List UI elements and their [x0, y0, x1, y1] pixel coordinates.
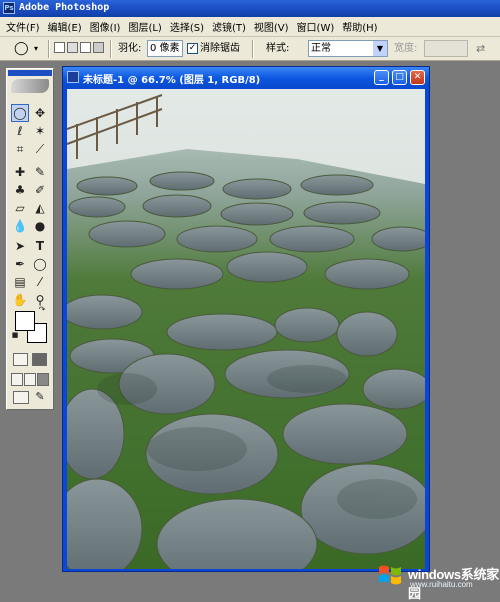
- windows-logo-icon: [379, 565, 401, 585]
- photoshop-logo-icon: Ps: [3, 2, 15, 14]
- document-title: 未标题-1 @ 66.7% (图层 1, RGB/8): [83, 75, 261, 86]
- edit-in-imageready-icon[interactable]: ✎: [33, 389, 47, 405]
- elliptical-marquee-tool-icon[interactable]: ◯: [11, 104, 29, 122]
- menu-view[interactable]: 视图(V): [252, 19, 295, 34]
- feather-label: 羽化:: [118, 43, 142, 54]
- separator: [252, 40, 254, 58]
- feather-input[interactable]: 0 像素: [147, 40, 183, 57]
- move-tool-icon[interactable]: ✥: [31, 104, 49, 122]
- app-titlebar: Ps Adobe Photoshop: [0, 0, 500, 17]
- full-screen-menu-mode-icon[interactable]: [24, 373, 36, 386]
- style-select[interactable]: 正常 ▼: [308, 40, 388, 57]
- width-label: 宽度:: [394, 43, 418, 54]
- lasso-tool-icon[interactable]: ℓ: [11, 122, 29, 140]
- separator: [110, 40, 112, 58]
- minimize-button[interactable]: _: [374, 70, 389, 85]
- image-canvas[interactable]: [67, 89, 425, 569]
- eyedropper-tool-icon[interactable]: ⁄: [31, 273, 49, 291]
- clone-stamp-tool-icon[interactable]: ♣: [11, 181, 29, 199]
- marquee-preset-icon[interactable]: ◯: [14, 41, 29, 57]
- watermark-url: www.ruihaitu.com: [410, 580, 473, 589]
- options-bar: ◯ ▾ 羽化: 0 像素 ✓ 消除锯齿 样式: 正常 ▼ 宽度: ⇄: [0, 37, 500, 61]
- toolbox-grip[interactable]: [8, 70, 52, 76]
- brush-tool-icon[interactable]: ✎: [31, 163, 49, 181]
- antialias-checkbox[interactable]: ✓: [187, 43, 198, 54]
- subtract-selection-icon[interactable]: [80, 42, 91, 53]
- document-window: 未标题-1 @ 66.7% (图层 1, RGB/8) _ □ ✕: [62, 66, 430, 572]
- antialias-label: 消除锯齿: [200, 43, 240, 54]
- document-titlebar[interactable]: 未标题-1 @ 66.7% (图层 1, RGB/8) _ □ ✕: [63, 67, 429, 88]
- preset-dropdown-icon[interactable]: ▾: [34, 41, 38, 57]
- history-brush-tool-icon[interactable]: ✐: [31, 181, 49, 199]
- close-button[interactable]: ✕: [410, 70, 425, 85]
- foreground-color-swatch[interactable]: [15, 311, 35, 331]
- eraser-tool-icon[interactable]: ▱: [11, 199, 29, 217]
- path-selection-tool-icon[interactable]: ➤: [11, 237, 29, 255]
- menu-edit[interactable]: 编辑(E): [46, 19, 88, 34]
- standard-mode-icon[interactable]: [13, 353, 28, 366]
- document-icon: [67, 71, 79, 83]
- burn-tool-icon[interactable]: ●: [31, 217, 49, 235]
- type-tool-icon[interactable]: T: [31, 237, 49, 255]
- swap-dimensions-icon: ⇄: [476, 42, 486, 55]
- watermark: windows系统家园 www.ruihaitu.com: [372, 558, 500, 601]
- add-selection-icon[interactable]: [67, 42, 78, 53]
- menu-select[interactable]: 选择(S): [168, 19, 210, 34]
- paint-bucket-tool-icon[interactable]: ◭: [31, 199, 49, 217]
- default-colors-icon[interactable]: ■: [11, 331, 19, 339]
- full-screen-mode-icon[interactable]: [37, 373, 49, 386]
- separator: [48, 40, 50, 58]
- pen-tool-icon[interactable]: ✒: [11, 255, 29, 273]
- menu-file[interactable]: 文件(F): [4, 19, 46, 34]
- style-label: 样式:: [266, 43, 290, 54]
- magic-wand-tool-icon[interactable]: ✶: [31, 122, 49, 140]
- maximize-button[interactable]: □: [392, 70, 407, 85]
- toolbox: ◯ ✥ ℓ ✶ ⌗ ⟋ ✚ ✎ ♣ ✐ ▱ ◭ 💧 ● ➤ T ✒ ◯ ▤ ⁄ …: [6, 68, 54, 410]
- feather-logo-icon: [11, 79, 49, 93]
- swap-colors-icon[interactable]: ↷: [37, 305, 47, 315]
- width-input: [424, 40, 468, 57]
- app-title: Adobe Photoshop: [19, 2, 110, 13]
- crop-tool-icon[interactable]: ⌗: [11, 140, 29, 158]
- menu-image[interactable]: 图像(I): [88, 19, 127, 34]
- slice-tool-icon[interactable]: ⟋: [31, 140, 49, 158]
- stone-path-photo: [67, 89, 425, 569]
- quick-mask-mode-icon[interactable]: [32, 353, 47, 366]
- menu-window[interactable]: 窗口(W): [295, 19, 341, 34]
- jump-to-imageready-icon[interactable]: [13, 391, 29, 404]
- healing-brush-tool-icon[interactable]: ✚: [11, 163, 29, 181]
- menu-filter[interactable]: 滤镜(T): [210, 19, 252, 34]
- hand-tool-icon[interactable]: ✋: [11, 291, 29, 309]
- ellipse-shape-tool-icon[interactable]: ◯: [31, 255, 49, 273]
- blur-tool-icon[interactable]: 💧: [11, 217, 29, 235]
- menu-layer[interactable]: 图层(L): [126, 19, 167, 34]
- intersect-selection-icon[interactable]: [93, 42, 104, 53]
- standard-screen-mode-icon[interactable]: [11, 373, 23, 386]
- chevron-down-icon[interactable]: ▼: [373, 41, 387, 56]
- new-selection-icon[interactable]: [54, 42, 65, 53]
- notes-tool-icon[interactable]: ▤: [11, 273, 29, 291]
- style-select-value: 正常: [311, 43, 331, 54]
- menu-help[interactable]: 帮助(H): [340, 19, 383, 34]
- menu-bar: 文件(F) 编辑(E) 图像(I) 图层(L) 选择(S) 滤镜(T) 视图(V…: [0, 17, 500, 37]
